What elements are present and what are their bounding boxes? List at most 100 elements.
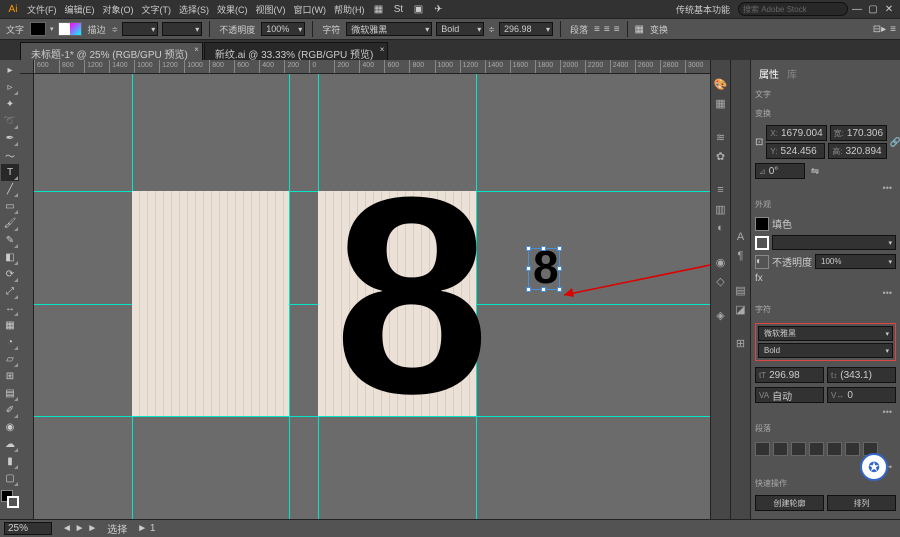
- panel-menu-icon[interactable]: ≡: [890, 24, 896, 35]
- opacity-icon[interactable]: ◐: [755, 255, 769, 269]
- panel-tracking[interactable]: VA自动: [755, 387, 824, 403]
- guide-vertical[interactable]: [289, 74, 290, 519]
- perspective-tool[interactable]: ▱: [1, 351, 19, 368]
- menu-window[interactable]: 窗口(W): [291, 1, 330, 18]
- more-appearance[interactable]: •••: [755, 288, 896, 298]
- create-outlines-button[interactable]: 创建轮廓: [755, 495, 824, 511]
- menu-object[interactable]: 对象(O): [100, 1, 137, 18]
- p-align-2[interactable]: [773, 442, 788, 456]
- graph-tool[interactable]: ▮: [1, 453, 19, 470]
- workspace-name[interactable]: 传统基本功能: [670, 3, 736, 16]
- eraser-tool[interactable]: ◧: [1, 249, 19, 266]
- panel-leading[interactable]: t↕(343.1): [827, 367, 896, 383]
- flip-h-icon[interactable]: ⇋: [808, 166, 822, 177]
- align-panel-icon[interactable]: ▤: [733, 282, 749, 298]
- tab-close-icon[interactable]: ×: [380, 45, 385, 54]
- angle-field[interactable]: ⊿0°: [755, 163, 805, 179]
- panel-toggle-icon[interactable]: ⊟▸: [873, 24, 886, 35]
- shaper-tool[interactable]: ✎: [1, 232, 19, 249]
- char-panel-icon[interactable]: A: [733, 229, 749, 245]
- artboard-tool[interactable]: ▢: [1, 470, 19, 487]
- fill-color-swatch[interactable]: [755, 217, 769, 231]
- align-right-icon[interactable]: ≡: [614, 24, 620, 35]
- stroke-width-panel-field[interactable]: [772, 235, 896, 250]
- toolbar-icon-3[interactable]: ▣: [410, 0, 428, 18]
- stroke-width-field[interactable]: [122, 22, 158, 36]
- arrange-button[interactable]: 排列: [827, 495, 896, 511]
- appearance-panel-icon[interactable]: ◉: [713, 254, 729, 270]
- para-panel-icon[interactable]: ¶: [733, 248, 749, 264]
- canvas-viewport[interactable]: 6008001200140010001200100080060040020002…: [20, 60, 710, 519]
- gradient-tool[interactable]: ▤: [1, 385, 19, 402]
- more-char[interactable]: •••: [755, 407, 896, 417]
- brush-tool[interactable]: 🖌: [1, 215, 19, 232]
- nav-arrows[interactable]: ◄ ► ►: [62, 523, 97, 534]
- font-weight-field[interactable]: Bold: [436, 22, 484, 36]
- eyedropper-tool[interactable]: ✐: [1, 402, 19, 419]
- menu-type[interactable]: 文字(T): [139, 1, 175, 18]
- fill-swatch[interactable]: [30, 22, 46, 36]
- align-left-icon[interactable]: ≡: [594, 24, 600, 35]
- panel-kerning[interactable]: V↔0: [827, 387, 896, 403]
- mesh-tool[interactable]: ⊞: [1, 368, 19, 385]
- selection-tool[interactable]: ▸: [1, 62, 19, 79]
- fill-stroke-control[interactable]: [1, 490, 19, 508]
- rotate-tool[interactable]: ⟳: [1, 266, 19, 283]
- font-size-field[interactable]: 296.98: [499, 22, 553, 36]
- fx-button[interactable]: fx: [755, 273, 763, 284]
- swatches-panel-icon[interactable]: ▦: [713, 95, 729, 111]
- panel-font-weight[interactable]: Bold: [758, 343, 893, 358]
- canvas[interactable]: 8 8: [34, 74, 710, 519]
- tab-close-icon[interactable]: ×: [194, 45, 199, 54]
- opacity-field[interactable]: 100%: [261, 22, 305, 36]
- layers-panel-icon[interactable]: ◈: [713, 307, 729, 323]
- symbols-panel-icon[interactable]: ✿: [713, 148, 729, 164]
- font-family-field[interactable]: 微软雅黑: [346, 22, 432, 36]
- stroke-color-swatch[interactable]: [755, 236, 769, 250]
- ruler-vertical[interactable]: [20, 74, 34, 519]
- p-align-3[interactable]: [791, 442, 806, 456]
- panel-font-family[interactable]: 微软雅黑: [758, 326, 893, 341]
- toolbar-icon-2[interactable]: St: [390, 0, 408, 18]
- lasso-tool[interactable]: ➰: [1, 113, 19, 130]
- scale-tool[interactable]: ⤢: [1, 283, 19, 300]
- transform-panel-icon[interactable]: ⊞: [733, 335, 749, 351]
- align-panel-icon[interactable]: ▦: [635, 24, 644, 35]
- maximize-icon[interactable]: ▢: [866, 2, 880, 16]
- direct-selection-tool[interactable]: ▹: [1, 79, 19, 96]
- blend-tool[interactable]: ◉: [1, 419, 19, 436]
- align-center-icon[interactable]: ≡: [604, 24, 610, 35]
- menu-edit[interactable]: 编辑(E): [62, 1, 98, 18]
- magic-wand-tool[interactable]: ✦: [1, 96, 19, 113]
- brushes-panel-icon[interactable]: ≋: [713, 129, 729, 145]
- transparency-panel-icon[interactable]: ◐: [713, 220, 729, 236]
- selection-bounds[interactable]: 8: [528, 248, 560, 290]
- tab-libraries[interactable]: 库: [787, 66, 797, 81]
- h-field[interactable]: 高:320.894: [828, 143, 887, 159]
- menu-select[interactable]: 选择(S): [176, 1, 212, 18]
- y-field[interactable]: Y:524.456: [766, 143, 825, 159]
- symbol-tool[interactable]: ☁: [1, 436, 19, 453]
- tab-properties[interactable]: 属性: [759, 66, 779, 81]
- line-tool[interactable]: ╱: [1, 181, 19, 198]
- link-wh-icon[interactable]: 🔗: [890, 137, 900, 148]
- x-field[interactable]: X:1679.004: [766, 125, 826, 141]
- width-tool[interactable]: ↔: [1, 300, 19, 317]
- menu-file[interactable]: 文件(F): [24, 1, 60, 18]
- rectangle-tool[interactable]: ▭: [1, 198, 19, 215]
- p-align-5[interactable]: [827, 442, 842, 456]
- tab-doc-1[interactable]: 未标题-1* @ 25% (RGB/GPU 预览)×: [20, 42, 203, 60]
- toolbar-icon-4[interactable]: ✈: [430, 0, 448, 18]
- glyph-large[interactable]: 8: [334, 156, 490, 436]
- pathfinder-panel-icon[interactable]: ◪: [733, 301, 749, 317]
- close-icon[interactable]: ✕: [882, 2, 896, 16]
- p-align-4[interactable]: [809, 442, 824, 456]
- shape-builder-tool[interactable]: ◔: [1, 334, 19, 351]
- ruler-horizontal[interactable]: 6008001200140010001200100080060040020002…: [34, 60, 710, 74]
- pen-tool[interactable]: ✒: [1, 130, 19, 147]
- graphic-styles-panel-icon[interactable]: ◇: [713, 273, 729, 289]
- artboard-stripes-1[interactable]: [132, 191, 289, 416]
- stroke-panel-icon[interactable]: ≡: [713, 182, 729, 198]
- p-align-6[interactable]: [845, 442, 860, 456]
- p-align-1[interactable]: [755, 442, 770, 456]
